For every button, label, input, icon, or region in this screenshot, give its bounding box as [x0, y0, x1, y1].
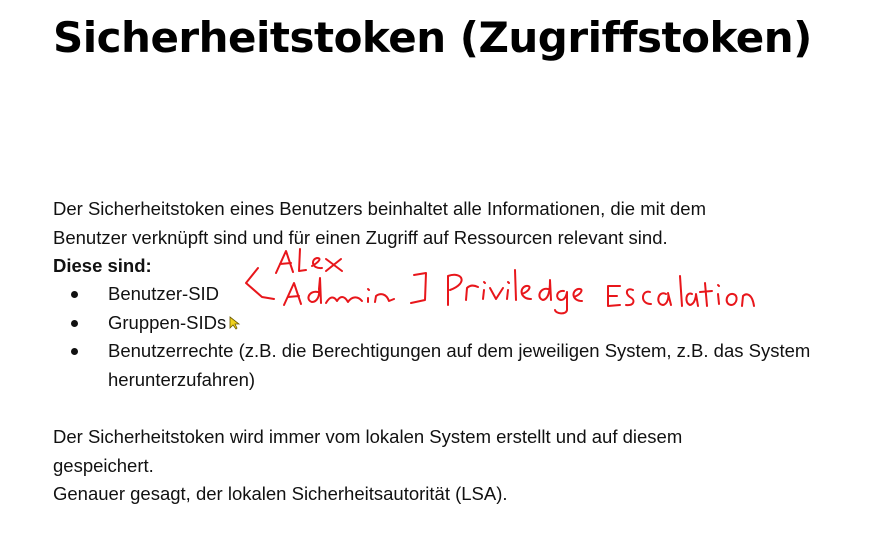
bullet-icon: [71, 319, 78, 327]
outro-paragraph: Der Sicherheitstoken wird immer vom loka…: [53, 423, 833, 509]
outro-line-1: Der Sicherheitstoken wird immer vom loka…: [53, 426, 683, 447]
list-item-text: Benutzerrechte (z.B. die Berechtigungen …: [108, 340, 811, 390]
outro-line-3: Genauer gesagt, der lokalen Sicherheitsa…: [53, 483, 508, 504]
list-item: Benutzerrechte (z.B. die Berechtigungen …: [53, 337, 813, 394]
intro-line-1: Der Sicherheitstoken eines Benutzers bei…: [53, 198, 706, 219]
intro-line-2: Benutzer verknüpft sind und für einen Zu…: [53, 226, 668, 248]
list-item: Gruppen-SIDs: [53, 309, 813, 338]
list-heading: Diese sind:: [53, 255, 152, 276]
bullet-icon: [71, 348, 78, 355]
bullet-list: Benutzer-SID Gruppen-SIDs Benutzerrechte…: [53, 280, 813, 394]
presentation-slide: Sicherheitstoken (Zugriffstoken) Der Sic…: [0, 0, 874, 551]
list-item-text: Benutzer-SID: [108, 283, 220, 304]
outro-line-2: gespeichert.: [53, 454, 154, 476]
intro-paragraph: Der Sicherheitstoken eines Benutzers bei…: [53, 195, 833, 252]
list-item-text: Gruppen-SIDs: [108, 311, 227, 333]
slide-title: Sicherheitstoken (Zugriffstoken): [53, 13, 812, 62]
list-item: Benutzer-SID: [53, 280, 813, 309]
mouse-cursor-icon: [229, 316, 241, 330]
bullet-icon: [71, 291, 78, 298]
